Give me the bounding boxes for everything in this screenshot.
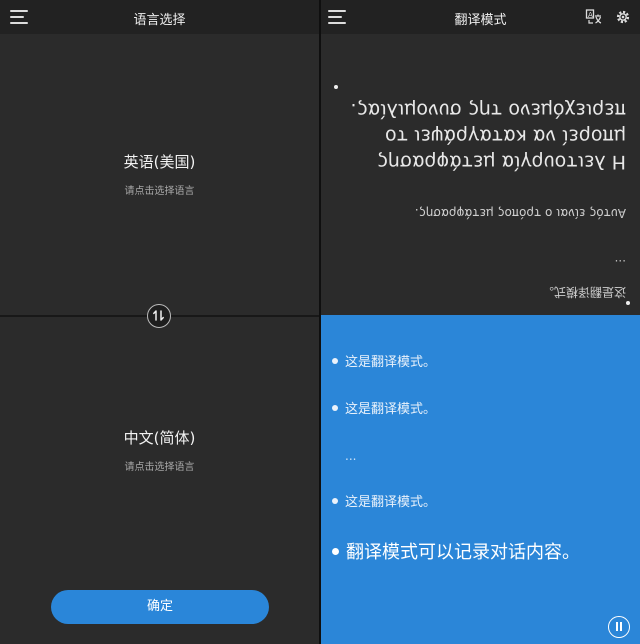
conversation-text: 这是翻译模式。 — [345, 355, 437, 370]
left-top-bar: 语言选择 — [0, 0, 319, 34]
conversation-text-latest: 翻译模式可以记录对话内容。 — [346, 542, 580, 563]
translate-icon[interactable]: A — [585, 8, 603, 26]
swap-icon — [153, 310, 164, 321]
list-item: 这是翻译模式。 — [332, 491, 436, 510]
conversation-text: 这是翻译模式。 — [345, 402, 437, 417]
source-language-name: 英语(美国) — [123, 153, 196, 171]
right-top-bar: 翻译模式 A — [321, 0, 640, 34]
mirrored-translation-view: 这是翻译模式。 ... Αυτός είναι ο τρόπος μετάφρα… — [321, 34, 640, 315]
list-bullet — [332, 547, 339, 555]
mirrored-ellipsis: ... — [614, 257, 626, 271]
translation-mode-panel: 翻译模式 A 这是翻译模式。 ... Αυτός είναι ο τρόπος … — [321, 0, 640, 644]
target-language-hint: 请点击选择语言 — [124, 462, 195, 473]
mirrored-translation-line-3: περιεχόμενο της συνομιλίας. — [350, 99, 626, 121]
list-bullet — [332, 357, 338, 364]
pause-button[interactable] — [608, 616, 630, 638]
swap-languages-button[interactable] — [147, 304, 171, 328]
source-language-hint: 请点击选择语言 — [124, 186, 195, 197]
conversation-ellipsis: ... — [345, 449, 357, 463]
language-selection-panel: 语言选择 英语(美国) 请点击选择语言 中文(简体) 请点击选择语言 确定 — [0, 0, 319, 644]
list-bullet — [626, 301, 630, 305]
page-title: 语言选择 — [133, 13, 186, 28]
mirrored-translation-line-1: Η λειτουργία μετάφρασης — [376, 151, 626, 173]
source-language-selector[interactable]: 英语(美国) 请点击选择语言 — [0, 34, 319, 315]
conversation-text: 这是翻译模式。 — [345, 495, 437, 510]
list-item: 这是翻译模式。 — [332, 351, 436, 370]
conversation-area: 这是翻译模式。 这是翻译模式。 ... 这是翻译模式。 翻译模式可以记录对话内容… — [321, 315, 640, 644]
pause-icon — [616, 622, 618, 631]
mirrored-translation-line-2: μπορεί να καταγράψει το — [385, 125, 626, 147]
svg-text:A: A — [588, 11, 593, 19]
list-item-latest: 翻译模式可以记录对话内容。 — [332, 538, 580, 564]
list-bullet — [332, 404, 338, 411]
confirm-button[interactable]: 确定 — [51, 590, 269, 624]
gear-icon[interactable] — [614, 8, 632, 26]
mirrored-translation-line: Αυτός είναι ο τρόπος μετάφρασης. — [414, 206, 626, 220]
target-language-name: 中文(简体) — [123, 429, 196, 447]
list-bullet — [332, 497, 338, 504]
mirrored-source-text: 这是翻译模式。 — [541, 285, 626, 299]
list-item: 这是翻译模式。 — [332, 398, 436, 417]
list-bullet — [334, 85, 338, 89]
